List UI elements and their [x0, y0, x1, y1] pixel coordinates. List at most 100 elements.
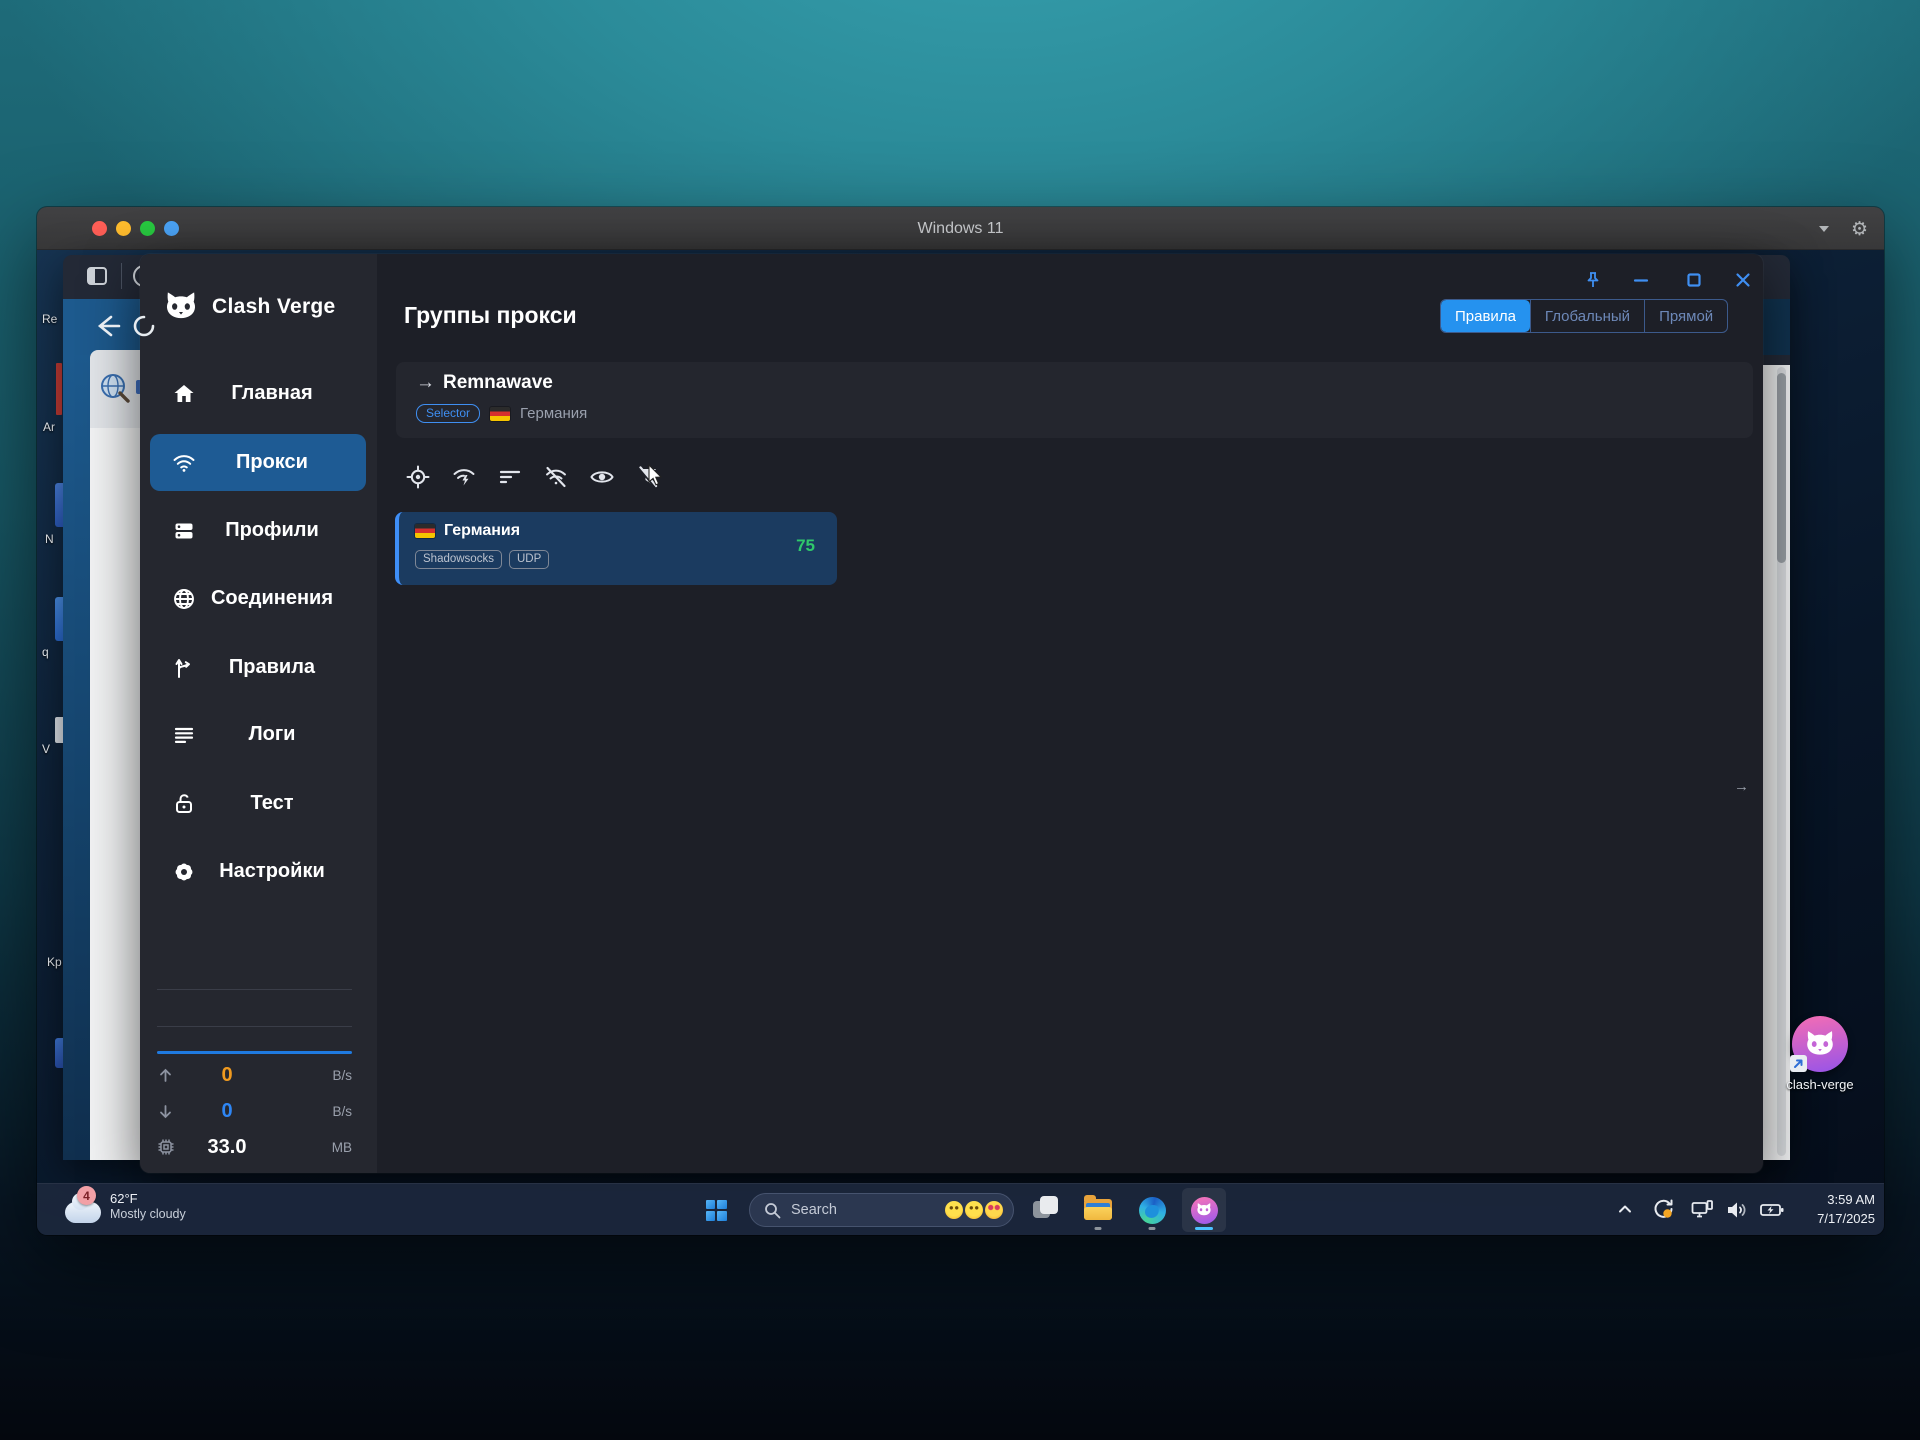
tray-chevron-icon[interactable] — [1617, 1202, 1633, 1221]
clash-verge-icon — [1191, 1197, 1218, 1224]
desktop-icon-label[interactable]: V — [42, 742, 50, 756]
shortcut-label: clash-verge — [1785, 1077, 1855, 1092]
browser-back-icon[interactable] — [91, 311, 121, 341]
edge-button[interactable] — [1130, 1188, 1174, 1232]
shortcut-arrow-icon — [1790, 1055, 1807, 1072]
arrow-down-icon — [157, 1103, 177, 1120]
logs-icon — [172, 723, 196, 747]
desktop-shortcut-clash-verge[interactable]: clash-verge — [1785, 1016, 1855, 1092]
browser-refresh-icon[interactable] — [129, 311, 159, 341]
unlock-icon — [172, 792, 196, 816]
chip-icon — [157, 1138, 177, 1156]
desktop-icon-fragment[interactable] — [56, 363, 62, 415]
desktop-icon-label[interactable]: Kp — [47, 955, 62, 969]
search-placeholder: Search — [791, 1202, 943, 1218]
sidebar-item-home[interactable]: Главная — [150, 365, 366, 422]
weather-condition: Mostly cloudy — [110, 1207, 186, 1223]
search-box[interactable]: Search — [749, 1193, 1014, 1227]
weather-widget[interactable]: 4 62°F Mostly cloudy — [65, 1190, 186, 1223]
browser-window-edge — [63, 355, 90, 1160]
memory-value: 33.0 — [177, 1136, 277, 1159]
windows-logo-icon — [706, 1200, 727, 1221]
sidebar-divider — [157, 989, 352, 990]
weather-temp: 62°F — [110, 1191, 186, 1207]
minimize-button[interactable] — [1627, 266, 1655, 294]
browser-sidebar-toggle-icon[interactable] — [87, 267, 107, 285]
upload-value: 0 — [177, 1064, 277, 1087]
sidebar-item-label: Правила — [196, 656, 366, 679]
start-button[interactable] — [694, 1188, 738, 1232]
cat-logo-icon — [162, 290, 200, 324]
search-icon — [764, 1202, 781, 1219]
desktop-icon-label[interactable]: Ar — [43, 420, 55, 434]
sidebar-item-profiles[interactable]: Профили — [150, 502, 366, 559]
memory-stat-row[interactable]: 33.0 MB — [157, 1132, 352, 1162]
sidebar-item-proxies[interactable]: Прокси — [150, 434, 366, 491]
windows-taskbar: 4 62°F Mostly cloudy Search — [37, 1183, 1884, 1235]
close-button[interactable] — [1729, 266, 1757, 294]
sidebar-item-label: Главная — [196, 382, 366, 405]
cat-icon — [1803, 1029, 1837, 1060]
proxy-card-germany[interactable]: Германия Shadowsocks UDP 75 — [395, 512, 837, 585]
emoji-neutral-icon — [965, 1201, 983, 1219]
file-explorer-button[interactable] — [1076, 1188, 1120, 1232]
emoji-heart-eyes-icon — [985, 1201, 1003, 1219]
clock-date: 7/17/2025 — [1817, 1210, 1875, 1229]
vm-window-title: Windows 11 — [37, 207, 1884, 250]
cloud-icon: 4 — [65, 1202, 101, 1223]
latency-test-icon[interactable] — [451, 464, 477, 490]
vm-settings-gear-icon[interactable]: ⚙ — [1851, 207, 1868, 250]
sort-icon[interactable] — [497, 464, 523, 490]
sidebar-item-rules[interactable]: Правила — [150, 639, 366, 696]
proxy-group-panel[interactable]: → Remnawave Selector Германия 1 — [396, 362, 1753, 438]
wifi-icon — [172, 451, 196, 475]
task-view-button[interactable] — [1023, 1188, 1067, 1232]
desktop-icon-label[interactable]: N — [45, 532, 54, 546]
browser-toolbar-divider — [121, 263, 122, 289]
traffic-graph-line — [157, 1051, 352, 1054]
profiles-icon — [172, 519, 196, 543]
sidebar-item-label: Прокси — [196, 451, 366, 474]
page-title: Группы прокси — [404, 302, 577, 329]
pin-window-button[interactable] — [1579, 266, 1607, 294]
hide-unavailable-icon[interactable] — [543, 464, 569, 490]
tray-battery-icon[interactable] — [1759, 1198, 1785, 1227]
sidebar-item-settings[interactable]: Настройки — [150, 843, 366, 900]
download-value: 0 — [177, 1100, 277, 1123]
sidebar-item-label: Соединения — [196, 587, 366, 610]
browser-scrollbar-thumb[interactable] — [1777, 373, 1786, 563]
vm-dropdown-icon[interactable] — [1816, 207, 1832, 250]
desktop-icon-label[interactable]: q — [42, 645, 49, 659]
mode-switcher: Правила Глобальный Прямой — [1440, 299, 1728, 333]
locate-icon[interactable] — [405, 464, 431, 490]
germany-flag-icon — [490, 407, 510, 421]
tray-volume-icon[interactable] — [1725, 1198, 1749, 1227]
group-current-proxy: Германия — [520, 405, 587, 422]
sidebar-item-connections[interactable]: Соединения — [150, 570, 366, 627]
clash-sidebar: Clash Verge Главная Прокси — [140, 254, 377, 1173]
tray-update-icon[interactable] — [1652, 1197, 1676, 1226]
desktop-icon-label[interactable]: Re — [42, 312, 57, 326]
scroll-hint-arrow: → — [1734, 778, 1749, 795]
arrow-up-icon — [157, 1067, 177, 1084]
group-name: Remnawave — [443, 372, 553, 394]
sidebar-item-logs[interactable]: Логи — [150, 706, 366, 763]
latency-value: 75 — [796, 536, 815, 556]
tray-display-icon[interactable] — [1690, 1198, 1714, 1227]
mode-rules-button[interactable]: Правила — [1441, 300, 1530, 332]
emoji-grin-icon — [945, 1201, 963, 1219]
browser-favicon-globe-icon — [98, 372, 132, 406]
weather-alert-badge: 4 — [77, 1186, 96, 1205]
sidebar-divider — [157, 1026, 352, 1027]
clash-verge-taskbar-button[interactable] — [1182, 1188, 1226, 1232]
taskbar-clock[interactable]: 3:59 AM 7/17/2025 — [1817, 1191, 1875, 1229]
mode-global-button[interactable]: Глобальный — [1530, 300, 1644, 332]
sidebar-item-test[interactable]: Тест — [150, 775, 366, 832]
clock-time: 3:59 AM — [1817, 1191, 1875, 1210]
sidebar-item-label: Настройки — [196, 860, 366, 883]
clash-logo: Clash Verge — [162, 290, 336, 324]
mode-direct-button[interactable]: Прямой — [1644, 300, 1727, 332]
clash-verge-window: Clash Verge Главная Прокси — [140, 254, 1763, 1173]
eye-icon[interactable] — [589, 464, 615, 490]
maximize-button[interactable] — [1680, 266, 1708, 294]
